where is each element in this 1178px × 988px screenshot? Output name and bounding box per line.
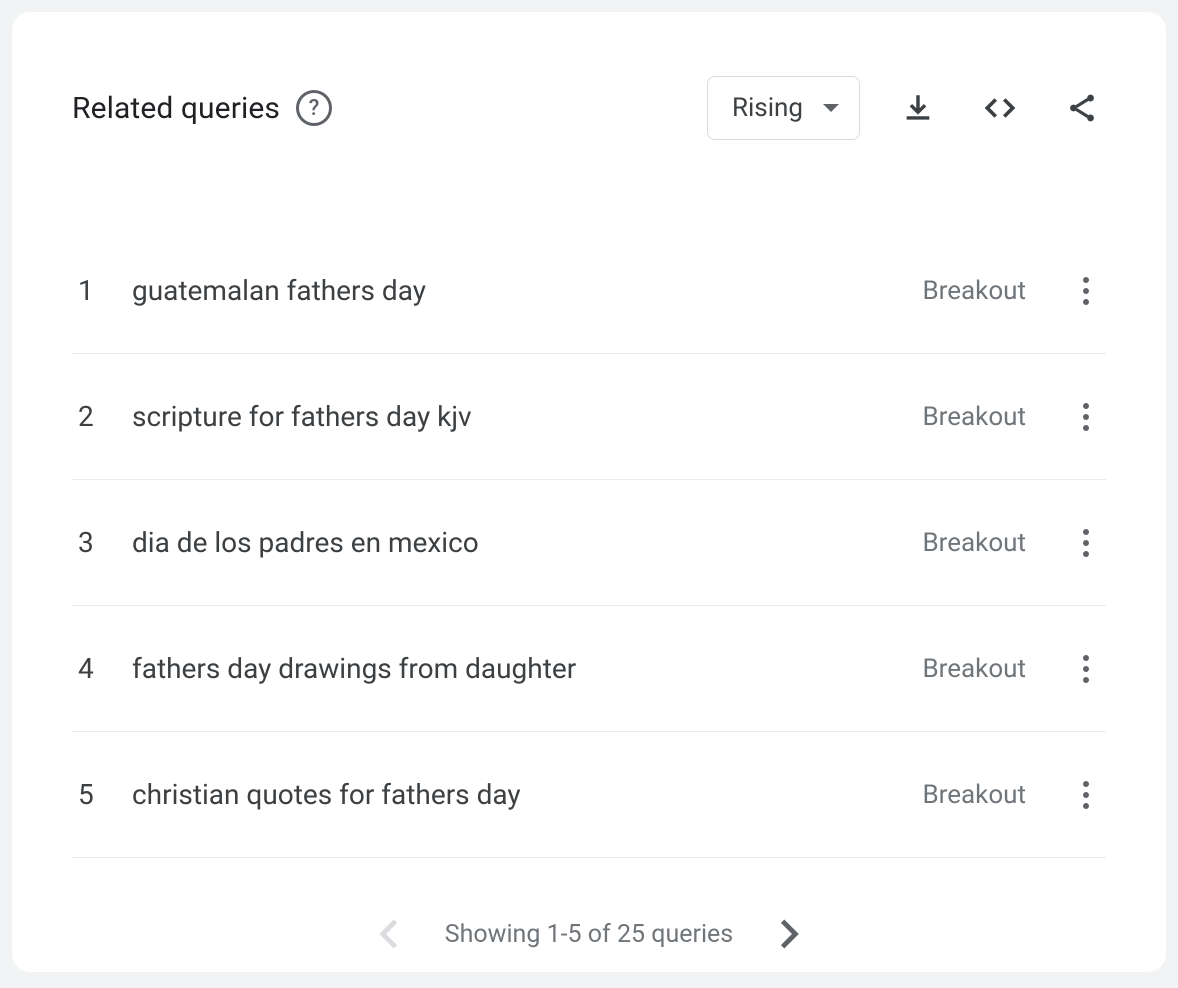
query-metric: Breakout <box>922 780 1026 810</box>
query-text: fathers day drawings from daughter <box>132 652 894 685</box>
query-text: scripture for fathers day kjv <box>132 400 894 433</box>
row-more-button[interactable] <box>1066 775 1106 815</box>
more-vert-icon <box>1082 276 1090 306</box>
help-icon[interactable]: ? <box>296 90 332 126</box>
download-icon <box>901 91 935 125</box>
more-vert-icon <box>1082 654 1090 684</box>
row-more-button[interactable] <box>1066 397 1106 437</box>
row-more-button[interactable] <box>1066 523 1106 563</box>
related-queries-card: Related queries ? Rising <box>12 12 1166 972</box>
card-title: Related queries <box>72 91 280 126</box>
query-rank: 5 <box>72 778 104 811</box>
query-metric: Breakout <box>922 276 1026 306</box>
query-rank: 2 <box>72 400 104 433</box>
sort-dropdown[interactable]: Rising <box>707 76 860 140</box>
query-rank: 1 <box>72 274 104 307</box>
download-button[interactable] <box>894 84 942 132</box>
row-more-button[interactable] <box>1066 271 1106 311</box>
query-row[interactable]: 3 dia de los padres en mexico Breakout <box>72 480 1106 606</box>
chevron-down-icon <box>823 104 839 112</box>
more-vert-icon <box>1082 402 1090 432</box>
query-row[interactable]: 2 scripture for fathers day kjv Breakout <box>72 354 1106 480</box>
pager-label: Showing 1-5 of 25 queries <box>445 920 733 949</box>
chevron-right-icon <box>779 918 799 950</box>
query-text: guatemalan fathers day <box>132 274 894 307</box>
row-more-button[interactable] <box>1066 649 1106 689</box>
pager: Showing 1-5 of 25 queries <box>72 914 1106 954</box>
card-header: Related queries ? Rising <box>72 76 1106 140</box>
query-row[interactable]: 4 fathers day drawings from daughter Bre… <box>72 606 1106 732</box>
query-row[interactable]: 5 christian quotes for fathers day Break… <box>72 732 1106 858</box>
query-metric: Breakout <box>922 654 1026 684</box>
query-rank: 3 <box>72 526 104 559</box>
chevron-left-icon <box>379 918 399 950</box>
share-button[interactable] <box>1058 84 1106 132</box>
pager-next-button[interactable] <box>769 914 809 954</box>
query-text: dia de los padres en mexico <box>132 526 894 559</box>
embed-button[interactable] <box>976 84 1024 132</box>
more-vert-icon <box>1082 780 1090 810</box>
queries-list: 1 guatemalan fathers day Breakout 2 scri… <box>72 228 1106 858</box>
code-icon <box>983 91 1017 125</box>
share-icon <box>1065 91 1099 125</box>
query-metric: Breakout <box>922 402 1026 432</box>
pager-prev-button[interactable] <box>369 914 409 954</box>
sort-dropdown-label: Rising <box>732 93 803 123</box>
more-vert-icon <box>1082 528 1090 558</box>
query-text: christian quotes for fathers day <box>132 778 894 811</box>
query-rank: 4 <box>72 652 104 685</box>
query-row[interactable]: 1 guatemalan fathers day Breakout <box>72 228 1106 354</box>
query-metric: Breakout <box>922 528 1026 558</box>
